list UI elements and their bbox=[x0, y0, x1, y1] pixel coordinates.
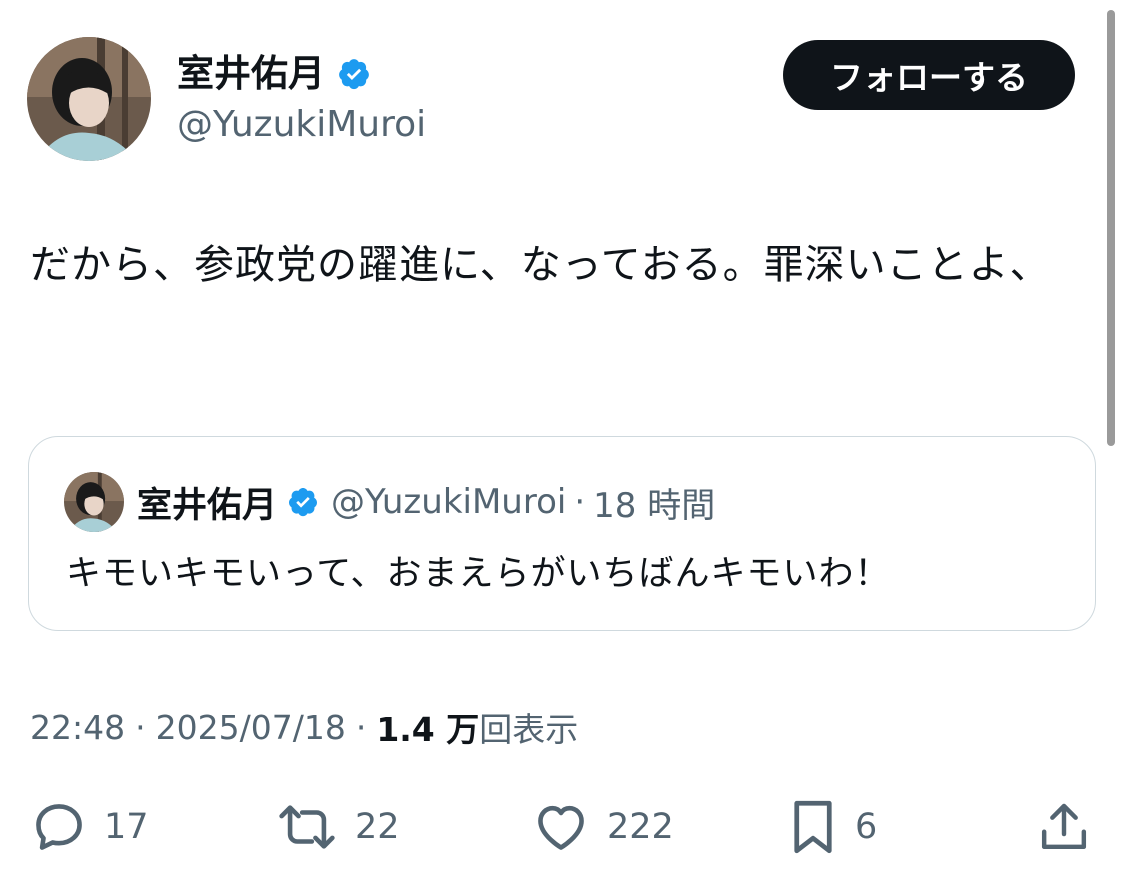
author-name-row[interactable]: 室井佑月 bbox=[177, 50, 371, 98]
like-button[interactable]: 222 bbox=[531, 792, 674, 862]
share-upload-icon bbox=[1036, 798, 1092, 856]
views-label: 回表示 bbox=[479, 710, 579, 749]
retweet-button[interactable]: 22 bbox=[275, 792, 400, 862]
quoted-tweet-time[interactable]: 18 時間 bbox=[593, 478, 715, 527]
retweet-count: 22 bbox=[355, 807, 400, 847]
retweet-arrows-icon bbox=[275, 798, 339, 856]
heart-icon bbox=[531, 798, 591, 856]
quoted-tweet-card[interactable]: 室井佑月 @YuzukiMuroi · 18 時間 キモいキモいって、おまえらが… bbox=[28, 436, 1096, 631]
views-count: 1.4 万 bbox=[376, 710, 480, 749]
verified-badge-icon bbox=[337, 57, 371, 91]
author-avatar[interactable] bbox=[27, 37, 151, 161]
bookmark-count: 6 bbox=[855, 807, 878, 847]
reply-button[interactable]: 17 bbox=[30, 792, 149, 862]
action-bar: 17 22 222 6 bbox=[0, 792, 1125, 862]
quoted-author-name[interactable]: 室井佑月 bbox=[137, 477, 277, 528]
quoted-tweet-header: 室井佑月 @YuzukiMuroi · 18 時間 bbox=[137, 477, 715, 527]
scrollbar[interactable] bbox=[1107, 10, 1115, 446]
verified-badge-icon bbox=[287, 486, 319, 518]
bookmark-icon bbox=[787, 797, 839, 857]
share-button[interactable] bbox=[1036, 792, 1092, 862]
tweet-time[interactable]: 22:48 bbox=[30, 708, 125, 747]
tweet-text: だから、参政党の躍進に、なっておる。罪深いことよ、 bbox=[30, 242, 1051, 288]
separator-dot: · bbox=[574, 482, 586, 522]
separator-dot: · bbox=[135, 707, 146, 747]
author-handle[interactable]: @YuzukiMuroi bbox=[177, 102, 426, 148]
separator-dot: · bbox=[355, 707, 367, 747]
author-name[interactable]: 室井佑月 bbox=[177, 50, 325, 98]
quoted-author-handle[interactable]: @YuzukiMuroi bbox=[331, 482, 566, 522]
quoted-tweet-text: キモいキモいって、おまえらがいちばんキモいわ！ bbox=[66, 554, 891, 594]
tweet-date[interactable]: 2025/07/18 bbox=[156, 708, 346, 747]
speech-bubble-icon bbox=[30, 798, 88, 856]
bookmark-button[interactable]: 6 bbox=[787, 792, 877, 862]
reply-count: 17 bbox=[104, 807, 149, 847]
tweet-detail-page: 室井佑月 @YuzukiMuroi フォローする だから、参政党の躍進に、なって… bbox=[0, 0, 1125, 888]
like-count: 222 bbox=[607, 807, 674, 847]
tweet-meta: 22:48 · 2025/07/18 · 1.4 万 回表示 bbox=[30, 702, 578, 752]
follow-button[interactable]: フォローする bbox=[783, 40, 1075, 110]
quoted-author-avatar[interactable] bbox=[64, 472, 124, 532]
